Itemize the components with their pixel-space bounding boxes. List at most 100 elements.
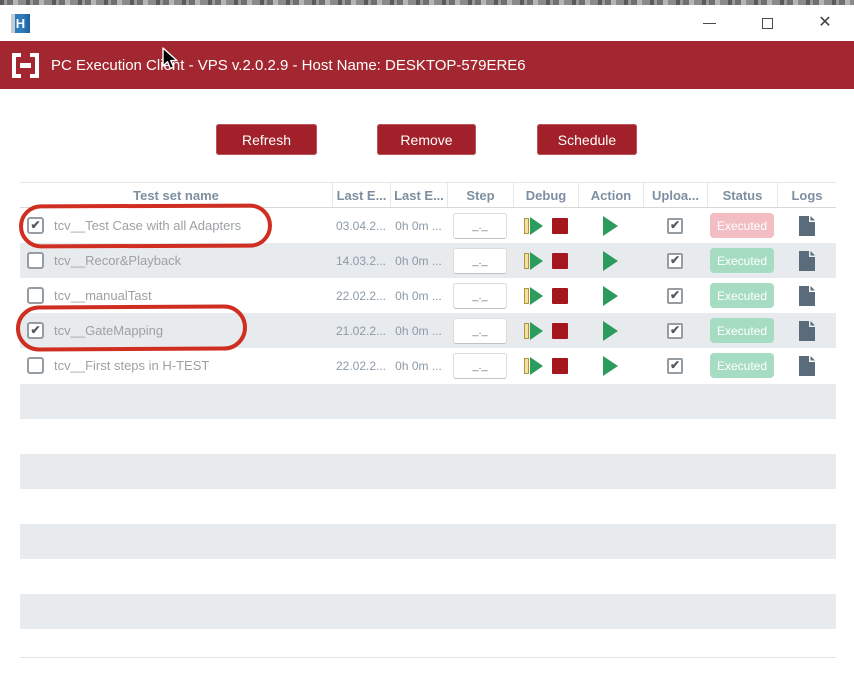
step-bar-icon	[524, 323, 529, 339]
step-bar-icon	[524, 218, 529, 234]
empty-row	[20, 489, 836, 524]
run-play-icon[interactable]	[603, 356, 618, 376]
app-logo-icon	[12, 53, 39, 78]
checkmark-icon: ✔	[670, 289, 680, 301]
last-exec-duration: 0h 0m ...	[395, 289, 442, 303]
app-header-banner: PC Execution Client - VPS v.2.0.2.9 - Ho…	[0, 41, 854, 89]
last-exec-duration: 0h 0m ...	[395, 324, 442, 338]
schedule-button[interactable]: Schedule	[537, 124, 637, 155]
empty-row	[20, 454, 836, 489]
table-row: tcv__First steps in H-TEST 22.02.2... 0h…	[20, 348, 836, 383]
column-header[interactable]: Debug	[513, 183, 578, 207]
last-exec-duration: 0h 0m ...	[395, 219, 442, 233]
upload-checkbox[interactable]: ✔	[667, 323, 683, 339]
table-row: tcv__manualTast 22.02.2... 0h 0m ... ✔ E…	[20, 278, 836, 313]
step-input[interactable]	[453, 318, 507, 344]
maximize-button[interactable]	[738, 5, 796, 41]
step-input[interactable]	[453, 283, 507, 309]
debug-step-play-icon[interactable]	[524, 287, 543, 305]
play-triangle-icon	[530, 357, 543, 375]
column-header[interactable]: Uploa...	[643, 183, 707, 207]
run-play-icon[interactable]	[603, 251, 618, 271]
last-exec-duration: 0h 0m ...	[395, 359, 442, 373]
logs-document-icon[interactable]	[799, 216, 815, 236]
debug-step-play-icon[interactable]	[524, 217, 543, 235]
debug-stop-icon[interactable]	[552, 253, 568, 269]
upload-checkbox[interactable]: ✔	[667, 253, 683, 269]
table-body: ✔ tcv__Test Case with all Adapters 03.04…	[20, 208, 836, 383]
window-titlebar: H ✕	[0, 5, 854, 41]
play-triangle-icon	[530, 252, 543, 270]
run-play-icon[interactable]	[603, 286, 618, 306]
row-select-checkbox[interactable]	[27, 252, 44, 269]
status-badge: Executed	[710, 318, 774, 343]
checkmark-icon: ✔	[30, 219, 40, 231]
table-row: ✔ tcv__Test Case with all Adapters 03.04…	[20, 208, 836, 243]
checkmark-icon: ✔	[670, 219, 680, 231]
debug-stop-icon[interactable]	[552, 358, 568, 374]
play-triangle-icon	[530, 217, 543, 235]
logs-document-icon[interactable]	[799, 321, 815, 341]
empty-row	[20, 594, 836, 629]
test-set-name: tcv__manualTast	[54, 288, 152, 303]
empty-rows	[20, 384, 836, 657]
minimize-icon	[703, 23, 716, 24]
empty-row	[20, 559, 836, 594]
debug-stop-icon[interactable]	[552, 323, 568, 339]
step-input[interactable]	[453, 248, 507, 274]
debug-stop-icon[interactable]	[552, 288, 568, 304]
logs-document-icon[interactable]	[799, 251, 815, 271]
test-set-name: tcv__First steps in H-TEST	[54, 358, 209, 373]
remove-button[interactable]: Remove	[377, 124, 476, 155]
upload-checkbox[interactable]: ✔	[667, 218, 683, 234]
row-select-checkbox[interactable]: ✔	[27, 322, 44, 339]
app-title: PC Execution Client - VPS v.2.0.2.9 - Ho…	[51, 57, 526, 74]
column-header[interactable]: Logs	[777, 183, 836, 207]
empty-row	[20, 629, 836, 657]
test-set-name: tcv__Test Case with all Adapters	[54, 218, 241, 233]
debug-step-play-icon[interactable]	[524, 357, 543, 375]
column-header[interactable]: Last E...	[390, 183, 447, 207]
last-exec-date: 22.02.2...	[336, 289, 386, 303]
status-badge: Executed	[710, 248, 774, 273]
logs-document-icon[interactable]	[799, 286, 815, 306]
run-play-icon[interactable]	[603, 321, 618, 341]
column-header[interactable]: Status	[707, 183, 777, 207]
column-header[interactable]: Test set name	[20, 183, 332, 207]
close-icon: ✕	[818, 15, 831, 31]
step-bar-icon	[524, 358, 529, 374]
upload-checkbox[interactable]: ✔	[667, 288, 683, 304]
run-play-icon[interactable]	[603, 216, 618, 236]
close-button[interactable]: ✕	[796, 5, 854, 41]
logs-document-icon[interactable]	[799, 356, 815, 376]
table-header: Test set nameLast E...Last E...StepDebug…	[20, 183, 836, 208]
last-exec-duration: 0h 0m ...	[395, 254, 442, 268]
refresh-button[interactable]: Refresh	[216, 124, 317, 155]
column-header[interactable]: Step	[447, 183, 513, 207]
step-input[interactable]	[453, 353, 507, 379]
status-badge: Executed	[710, 213, 774, 238]
last-exec-date: 03.04.2...	[336, 219, 386, 233]
row-select-checkbox[interactable]: ✔	[27, 217, 44, 234]
checkmark-icon: ✔	[670, 324, 680, 336]
last-exec-date: 21.02.2...	[336, 324, 386, 338]
debug-step-play-icon[interactable]	[524, 322, 543, 340]
debug-step-play-icon[interactable]	[524, 252, 543, 270]
row-select-checkbox[interactable]	[27, 357, 44, 374]
empty-row	[20, 384, 836, 419]
debug-stop-icon[interactable]	[552, 218, 568, 234]
column-header[interactable]: Action	[578, 183, 643, 207]
table-row: ✔ tcv__GateMapping 21.02.2... 0h 0m ... …	[20, 313, 836, 348]
empty-row	[20, 419, 836, 454]
checkmark-icon: ✔	[670, 359, 680, 371]
minimize-button[interactable]	[680, 5, 738, 41]
status-badge: Executed	[710, 353, 774, 378]
window-controls: ✕	[680, 5, 854, 41]
column-header[interactable]: Last E...	[332, 183, 390, 207]
row-select-checkbox[interactable]	[27, 287, 44, 304]
last-exec-date: 22.02.2...	[336, 359, 386, 373]
step-input[interactable]	[453, 213, 507, 239]
upload-checkbox[interactable]: ✔	[667, 358, 683, 374]
last-exec-date: 14.03.2...	[336, 254, 386, 268]
step-bar-icon	[524, 288, 529, 304]
